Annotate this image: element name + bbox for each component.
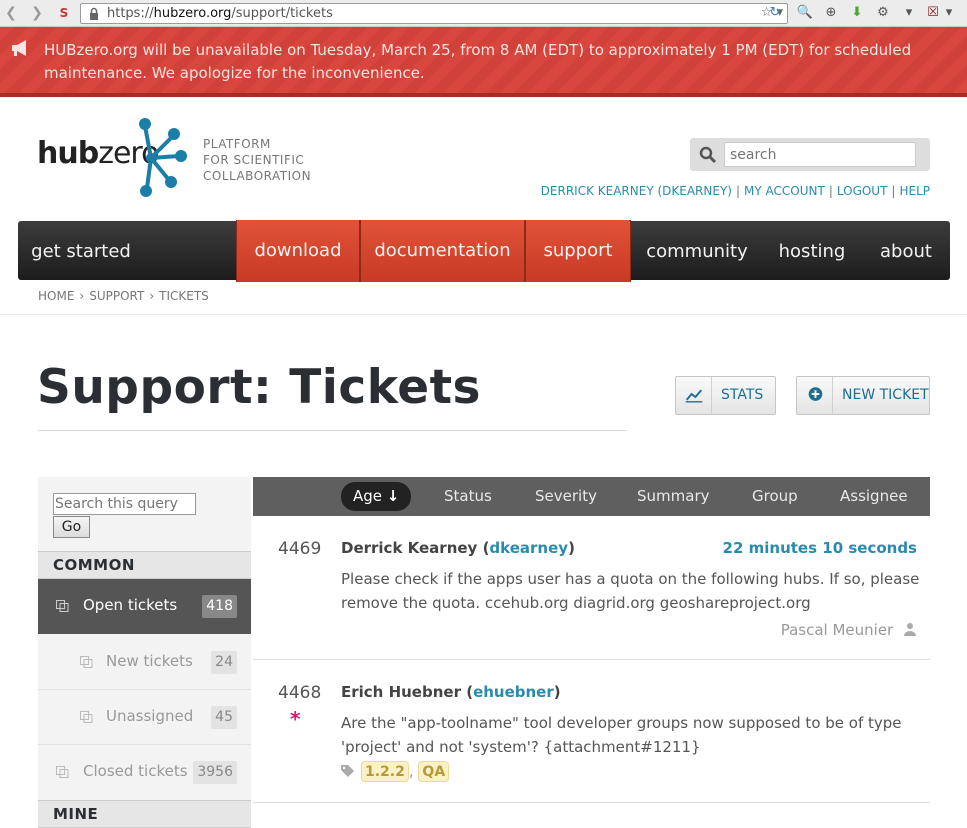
breadcrumb-tickets[interactable]: TICKETS — [159, 289, 209, 303]
new-ticket-button[interactable]: NEW TICKET — [796, 376, 930, 415]
breadcrumb-home[interactable]: HOME — [38, 289, 74, 303]
stats-label: STATS — [721, 387, 764, 403]
nav-hosting[interactable]: hosting — [771, 221, 853, 282]
logout-link[interactable]: LOGOUT — [837, 184, 888, 198]
ticket-row[interactable]: 4469 Derrick Kearney (dkearney) 22 minut… — [253, 517, 930, 660]
query-new-tickets[interactable]: New tickets 24 — [38, 635, 251, 690]
addon-icon[interactable]: ⚙ — [874, 4, 892, 22]
query-unassigned[interactable]: Unassigned 45 — [38, 690, 251, 745]
nav-support[interactable]: support — [525, 220, 631, 282]
new-ticket-label: NEW TICKET — [842, 387, 929, 403]
reload-icon[interactable]: ↻ — [766, 4, 784, 22]
back-icon[interactable]: ❮ — [2, 4, 20, 22]
query-search-input[interactable] — [53, 493, 196, 515]
menu-arrow-icon[interactable]: ▾ — [900, 4, 918, 22]
query-closed-tickets[interactable]: Closed tickets 3956 — [38, 745, 251, 800]
sort-severity[interactable]: Severity — [535, 477, 597, 516]
query-label: Open tickets — [83, 596, 178, 614]
query-icon — [80, 656, 93, 668]
lock-icon — [90, 7, 98, 20]
url-bar[interactable]: https://hubzero.org/support/tickets ☆ ▾ — [80, 3, 788, 24]
query-label: New tickets — [106, 652, 193, 670]
submitter-username-link[interactable]: dkearney — [489, 539, 568, 557]
url-text: https://hubzero.org/support/tickets — [107, 6, 333, 21]
stats-button[interactable]: STATS — [675, 376, 776, 415]
query-icon — [80, 711, 93, 723]
main-navigation: get started download documentation suppo… — [18, 220, 950, 282]
nav-get-started[interactable]: get started — [18, 221, 144, 282]
query-label: Unassigned — [106, 707, 194, 725]
search-icon[interactable] — [699, 146, 717, 164]
zoom-in-icon[interactable]: ⊕ — [822, 4, 840, 22]
tag-item[interactable]: QA — [418, 761, 450, 782]
tag-icon — [341, 765, 354, 777]
tag-item[interactable]: 1.2.2 — [361, 761, 409, 782]
arrow-down-icon: ↓ — [386, 487, 400, 505]
banner-message: HUBzero.org will be unavailable on Tuesd… — [44, 41, 912, 82]
forward-icon[interactable]: ❯ — [28, 4, 46, 22]
query-sidebar: Go COMMON Open tickets 418 New tickets 2… — [38, 477, 251, 828]
query-count: 45 — [211, 706, 237, 729]
nav-community[interactable]: community — [643, 221, 751, 282]
ticket-summary[interactable]: Please check if the apps user has a quot… — [341, 567, 921, 615]
user-icon — [904, 623, 916, 636]
my-account-link[interactable]: MY ACCOUNT — [744, 184, 825, 198]
query-count: 3956 — [193, 761, 237, 784]
user-profile-link[interactable]: DERRICK KEARNEY (DKEARNEY) — [541, 184, 732, 198]
sort-age[interactable]: Age ↓ — [341, 482, 412, 511]
breadcrumb-support[interactable]: SUPPORT — [89, 289, 144, 303]
site-search — [690, 138, 930, 171]
sort-summary[interactable]: Summary — [637, 477, 710, 516]
sort-group[interactable]: Group — [752, 477, 798, 516]
user-links: DERRICK KEARNEY (DKEARNEY) | MY ACCOUNT | LO… — [540, 184, 930, 198]
help-link[interactable]: HELP — [899, 184, 930, 198]
ticket-number[interactable]: 4469 — [278, 539, 321, 559]
query-icon — [56, 600, 69, 612]
logo-hub: hub — [37, 136, 99, 171]
zoom-out-icon[interactable]: 🔍 — [796, 4, 814, 22]
nav-download[interactable]: download — [236, 220, 360, 282]
nav-about[interactable]: about — [871, 221, 941, 282]
page-title: Support: Tickets — [37, 360, 482, 415]
query-count: 418 — [202, 595, 237, 618]
sort-assignee[interactable]: Assignee — [840, 477, 908, 516]
nav-documentation[interactable]: documentation — [360, 220, 525, 282]
maintenance-banner: HUBzero.org will be unavailable on Tuesd… — [0, 27, 967, 97]
ticket-number[interactable]: 4468 — [278, 683, 321, 703]
divider — [0, 314, 967, 315]
submitter-username-link[interactable]: ehuebner — [473, 683, 554, 701]
mine-heading: MINE — [38, 800, 251, 828]
sort-bar: Age ↓ Status Severity Summary Group Assi… — [253, 477, 930, 516]
query-open-tickets[interactable]: Open tickets 418 — [38, 579, 251, 634]
ticket-age: 22 minutes 10 seconds — [722, 539, 917, 557]
ticket-owner: Pascal Meunier — [781, 621, 917, 639]
hubzero-logo[interactable]: hubzero — [37, 118, 187, 198]
ticket-summary[interactable]: Are the "app-toolname" tool developer gr… — [341, 711, 921, 759]
extension-menu-icon[interactable]: ▾ — [940, 4, 958, 22]
noscript-icon[interactable]: S — [55, 4, 73, 22]
tagline: PLATFORM FOR SCIENTIFIC COLLABORATION — [203, 137, 312, 183]
megaphone-icon — [12, 40, 26, 56]
go-button[interactable]: Go — [53, 516, 90, 538]
title-divider — [38, 430, 627, 431]
browser-toolbar: ❮ ❯ S https://hubzero.org/support/ticket… — [0, 0, 967, 27]
ticket-row[interactable]: 4468 * Erich Huebner (ehuebner) Are the … — [253, 661, 930, 803]
new-ticket-asterisk-icon: * — [290, 707, 301, 731]
ticket-submitter: Derrick Kearney (dkearney) — [341, 539, 575, 557]
query-label: Closed tickets — [83, 762, 188, 780]
ticket-submitter: Erich Huebner (ehuebner) — [341, 683, 561, 701]
download-icon[interactable]: ⬇ — [848, 4, 866, 22]
ticket-tags: 1.2.2, QA — [341, 761, 450, 782]
chart-line-icon — [685, 377, 712, 414]
query-count: 24 — [211, 651, 237, 674]
sort-status[interactable]: Status — [444, 477, 492, 516]
breadcrumb: HOME › SUPPORT › TICKETS — [38, 289, 209, 303]
logo-starburst-icon — [139, 118, 187, 197]
common-heading: COMMON — [38, 551, 251, 579]
plus-circle-icon — [808, 377, 833, 414]
search-input[interactable] — [724, 142, 916, 167]
query-icon — [56, 766, 69, 778]
